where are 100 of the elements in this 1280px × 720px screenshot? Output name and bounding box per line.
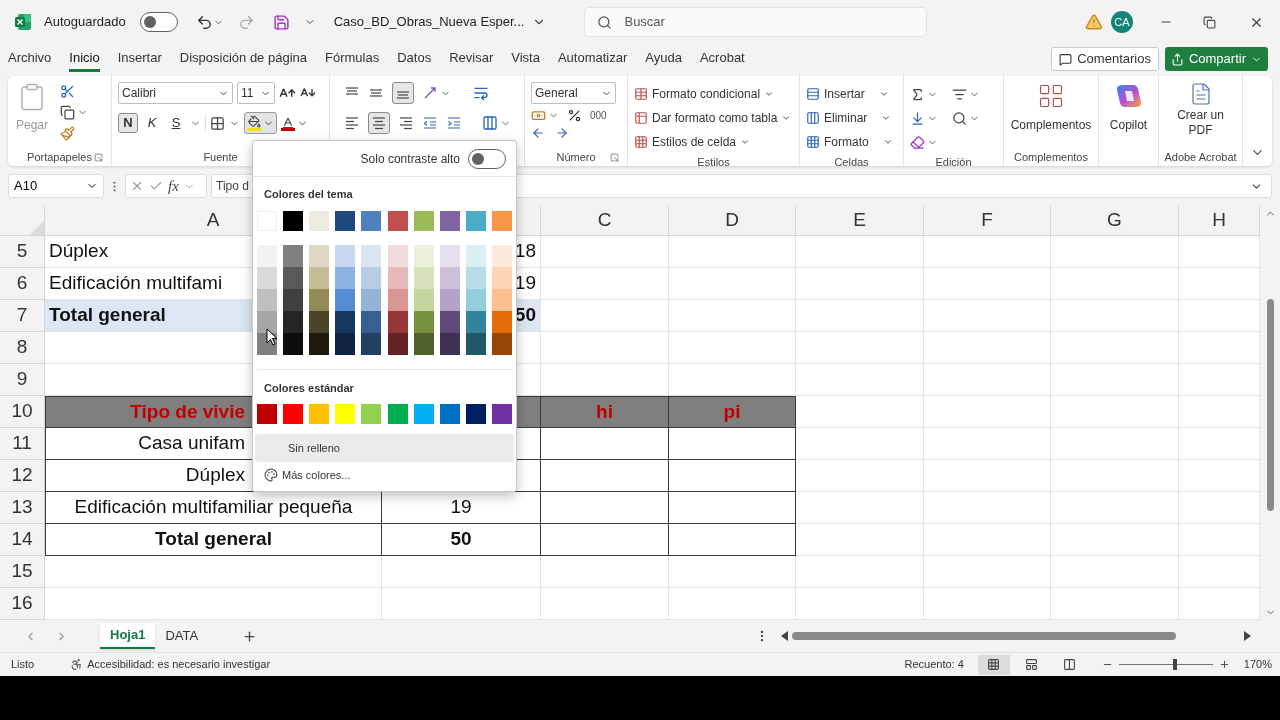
- format-painter-icon[interactable]: [60, 126, 75, 141]
- fill-color-button[interactable]: [244, 112, 277, 134]
- find-icon[interactable]: [952, 110, 967, 126]
- color-swatch[interactable]: [439, 288, 460, 311]
- color-swatch[interactable]: [309, 266, 330, 289]
- color-swatch[interactable]: [283, 244, 304, 267]
- addins-button[interactable]: Complementos: [1010, 82, 1092, 134]
- column-header[interactable]: E: [796, 206, 924, 236]
- row-header[interactable]: 6: [0, 268, 45, 300]
- color-swatch[interactable]: [361, 210, 382, 231]
- warning-icon[interactable]: [1085, 13, 1103, 31]
- color-swatch[interactable]: [492, 210, 512, 231]
- color-swatch[interactable]: [257, 404, 277, 424]
- autosave-toggle[interactable]: [139, 12, 178, 32]
- font-color-button[interactable]: [281, 115, 308, 131]
- menu-tab[interactable]: Automatizar: [557, 46, 628, 72]
- restore-icon[interactable]: [1203, 15, 1216, 29]
- wrap-text-icon[interactable]: [473, 85, 489, 101]
- color-swatch[interactable]: [492, 404, 512, 424]
- column-header[interactable]: C: [541, 206, 669, 236]
- format-button[interactable]: S: [166, 113, 186, 133]
- fill-icon[interactable]: [910, 110, 925, 126]
- row-header[interactable]: 16: [0, 588, 45, 620]
- color-swatch[interactable]: [335, 266, 356, 289]
- zoom-in-icon[interactable]: [1218, 659, 1230, 670]
- high-contrast-toggle[interactable]: [468, 148, 506, 169]
- save-icon[interactable]: [272, 13, 290, 31]
- accessibility-status[interactable]: Accesibilidad: es necesario investigar: [87, 656, 271, 673]
- table-cell[interactable]: [669, 428, 796, 460]
- table-cell[interactable]: 50: [382, 524, 541, 556]
- table-cell[interactable]: [541, 460, 669, 492]
- number-format-field[interactable]: General: [531, 82, 616, 104]
- color-swatch[interactable]: [439, 404, 460, 424]
- name-box[interactable]: A10: [8, 174, 104, 198]
- format-button[interactable]: K: [142, 113, 162, 133]
- row-header[interactable]: 7: [0, 300, 45, 332]
- table-cell[interactable]: [541, 492, 669, 524]
- color-swatch[interactable]: [387, 266, 408, 289]
- scrollbar-thumb[interactable]: [1266, 299, 1274, 511]
- copy-icon[interactable]: [60, 105, 75, 120]
- row-header[interactable]: 8: [0, 332, 45, 364]
- color-swatch[interactable]: [439, 210, 460, 231]
- orientation-icon[interactable]: [422, 85, 438, 101]
- dialog-launcher-icon[interactable]: [94, 152, 103, 162]
- color-swatch[interactable]: [387, 288, 408, 311]
- table-cell[interactable]: [669, 460, 796, 492]
- cells-button[interactable]: Formato: [806, 130, 897, 154]
- view-button[interactable]: [977, 654, 1010, 675]
- zoom-level[interactable]: 170%: [1243, 656, 1272, 673]
- zoom-slider[interactable]: [1118, 658, 1213, 671]
- color-swatch[interactable]: [309, 210, 330, 231]
- color-swatch[interactable]: [361, 404, 382, 424]
- menu-tab[interactable]: Revisar: [449, 46, 494, 72]
- comments-button[interactable]: Comentarios: [1051, 47, 1159, 71]
- color-swatch[interactable]: [309, 332, 330, 355]
- menu-tab[interactable]: Disposición de página: [179, 46, 307, 72]
- menu-tab[interactable]: Fórmulas: [325, 46, 380, 72]
- font-name-field[interactable]: Calibri: [118, 82, 233, 104]
- align-center-icon[interactable]: [371, 115, 387, 131]
- color-swatch[interactable]: [465, 288, 486, 311]
- color-swatch[interactable]: [361, 244, 382, 267]
- color-swatch[interactable]: [465, 332, 486, 355]
- color-swatch[interactable]: [387, 404, 408, 424]
- redo-icon[interactable]: [237, 13, 255, 31]
- copilot-button[interactable]: Copilot: [1105, 82, 1152, 134]
- column-header[interactable]: D: [669, 206, 796, 236]
- table-cell[interactable]: [541, 524, 669, 556]
- menu-tab[interactable]: Archivo: [8, 46, 52, 72]
- dialog-launcher-icon[interactable]: [610, 152, 619, 162]
- color-swatch[interactable]: [413, 288, 434, 311]
- color-swatch[interactable]: [309, 244, 330, 267]
- color-swatch[interactable]: [309, 288, 330, 311]
- row-header[interactable]: 11: [0, 428, 45, 460]
- column-header[interactable]: F: [924, 206, 1051, 236]
- menu-tab[interactable]: Ayuda: [645, 46, 682, 72]
- table-cell[interactable]: [541, 428, 669, 460]
- file-name[interactable]: Caso_BD_Obras_Nueva Esper...: [333, 12, 525, 32]
- color-swatch[interactable]: [465, 244, 486, 267]
- menu-tab[interactable]: Datos: [397, 46, 432, 72]
- styles-button[interactable]: Dar formato como tabla: [634, 106, 793, 130]
- accessibility-icon[interactable]: [70, 658, 84, 671]
- merge-icon[interactable]: [482, 115, 498, 131]
- color-swatch[interactable]: [492, 288, 512, 311]
- color-swatch[interactable]: [413, 266, 434, 289]
- color-swatch[interactable]: [465, 266, 486, 289]
- align-right-icon[interactable]: [398, 115, 414, 131]
- search-field[interactable]: Buscar: [584, 7, 928, 37]
- table-cell[interactable]: [669, 492, 796, 524]
- align-left-icon[interactable]: [344, 115, 360, 131]
- color-swatch[interactable]: [309, 404, 330, 424]
- add-sheet-icon[interactable]: [242, 628, 258, 644]
- color-swatch[interactable]: [387, 310, 408, 333]
- decrease-indent-icon[interactable]: [422, 115, 438, 131]
- sheet-tab[interactable]: DATA: [155, 623, 209, 649]
- percent-icon[interactable]: [567, 108, 582, 123]
- color-swatch[interactable]: [283, 332, 304, 355]
- color-swatch[interactable]: [257, 244, 277, 267]
- row-header[interactable]: 9: [0, 364, 45, 396]
- color-swatch[interactable]: [492, 310, 512, 333]
- undo-icon[interactable]: [195, 13, 213, 31]
